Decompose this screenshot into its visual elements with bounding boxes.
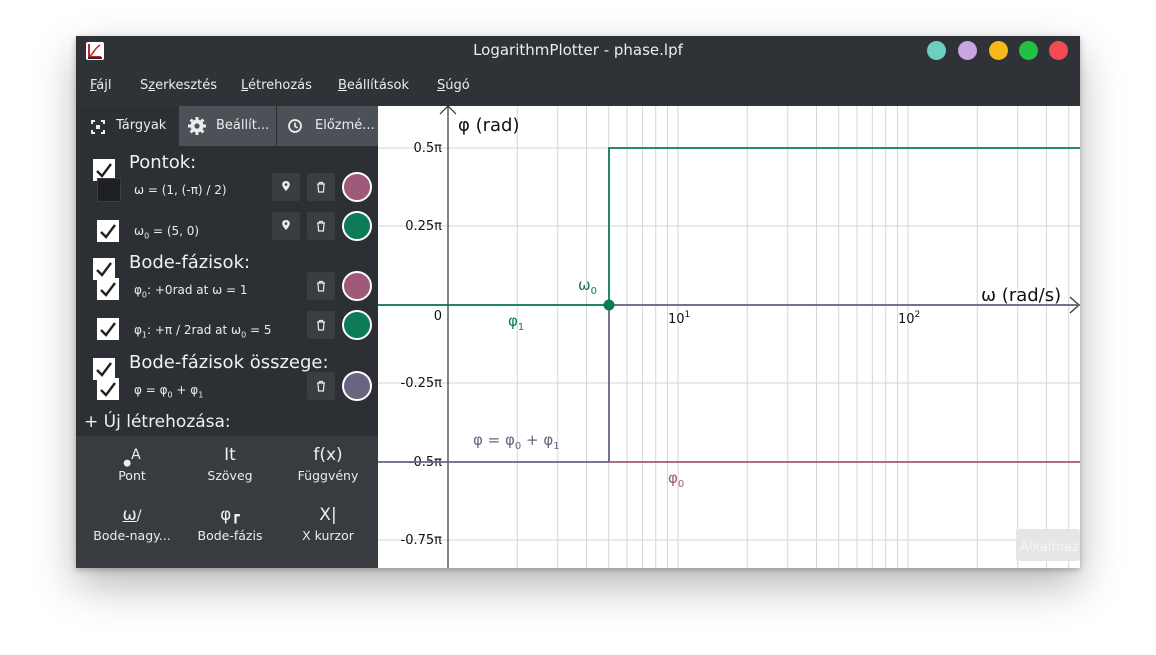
omega-delete-button[interactable]: [307, 173, 335, 201]
create-toolbar: ●A Pont It Szöveg f(x) Függvény ω/ Bode-…: [76, 436, 378, 568]
text-icon: It: [224, 445, 236, 465]
phi-sum-color-button[interactable]: [342, 371, 372, 401]
trash-icon: [317, 319, 325, 331]
omega0-color-button[interactable]: [342, 211, 372, 241]
phi-sum-label: φ = φ0 + φ1: [134, 383, 204, 400]
y-tick-label: 0: [434, 309, 442, 324]
omega0-point-label: ω0 = (5, 0): [134, 224, 200, 241]
omega0-delete-button[interactable]: [307, 212, 335, 240]
map-pin-icon: [282, 220, 290, 230]
phi1-label: φ1: +π / 2rad at ω0 = 5: [134, 323, 272, 340]
minimize-button[interactable]: [989, 41, 1008, 60]
phi0-label: φ0: +0rad at ω = 1: [134, 283, 248, 300]
grid-lines: [447, 106, 1070, 568]
tab-history[interactable]: Előzmé...: [277, 106, 378, 146]
omega0-locate-button[interactable]: [272, 212, 300, 240]
omega-point-checkbox[interactable]: [97, 178, 121, 202]
phi-sum-delete-button[interactable]: [307, 372, 335, 400]
create-text-button[interactable]: It Szöveg: [180, 442, 280, 483]
create-bode-phase-button[interactable]: φ┏ Bode-fázis: [180, 502, 280, 543]
omega-color-button[interactable]: [342, 172, 372, 202]
y-tick-label: -0.25π: [401, 376, 443, 391]
create-point-button[interactable]: ●A Pont: [82, 442, 182, 483]
menu-file[interactable]: Fájl: [90, 78, 112, 93]
trash-icon: [317, 220, 325, 232]
title-bar: LogarithmPlotter - phase.lpf: [76, 36, 1080, 68]
check-icon: [100, 382, 116, 397]
check-icon: [100, 224, 116, 239]
check-icon: [96, 362, 112, 377]
window-button-lavender[interactable]: [958, 41, 977, 60]
check-icon: [96, 262, 112, 277]
phi1-delete-button[interactable]: [307, 311, 335, 339]
phi1-checkbox[interactable]: [97, 318, 119, 340]
omega0-point-checkbox[interactable]: [97, 220, 119, 242]
y-tick-label: 0.25π: [405, 219, 442, 234]
menu-settings[interactable]: Beállítások: [338, 78, 409, 93]
trash-icon: [317, 280, 325, 292]
point-icon: ●A: [123, 447, 141, 469]
create-bode-magnitude-button[interactable]: ω/ Bode-nagy...: [82, 502, 182, 543]
y-tick-label: -0.75π: [401, 533, 443, 548]
menu-help[interactable]: Súgó: [437, 78, 470, 93]
bode-phase-sum-section-checkbox[interactable]: [93, 358, 115, 380]
bode-phase-sum-section-title: Bode-fázisok összege:: [129, 352, 329, 373]
bode-magnitude-icon: ω/: [122, 505, 142, 525]
clock-icon: [288, 119, 302, 133]
omega0-point-label: ω0: [578, 276, 597, 297]
phase-plot[interactable]: φ (rad) ω (rad/s) 0.5π 0.25π 0 -0.25π -0…: [378, 106, 1080, 568]
sidebar: Tárgyak Beállít... Előzmé... Pontok: ω =…: [76, 106, 378, 568]
y-tick-label: 0.5π: [413, 141, 442, 156]
check-icon: [100, 282, 116, 297]
omega-point-label: ω = (1, (-π) / 2): [134, 183, 227, 197]
trash-icon: [317, 380, 325, 392]
tab-settings[interactable]: Beállít...: [179, 106, 276, 146]
phi0-delete-button[interactable]: [307, 272, 335, 300]
y-axis-label: φ (rad): [458, 115, 520, 136]
menu-bar: Fájl Szerkesztés Létrehozás Beállítások …: [76, 68, 1080, 106]
app-window: LogarithmPlotter - phase.lpf Fájl Szerke…: [76, 36, 1080, 568]
bode-phase-section-checkbox[interactable]: [93, 258, 115, 280]
phi0-color-button[interactable]: [342, 271, 372, 301]
gear-icon: [188, 117, 206, 135]
omega-locate-button[interactable]: [272, 173, 300, 201]
apply-button-label: Alkalmaz: [1020, 540, 1079, 555]
create-new-title: + Új létrehozása:: [84, 412, 231, 432]
omega0-point-marker[interactable]: [603, 299, 615, 311]
bode-phase-section-title: Bode-fázisok:: [129, 252, 251, 273]
trash-icon: [317, 181, 325, 193]
close-button[interactable]: [1049, 41, 1068, 60]
create-function-button[interactable]: f(x) Függvény: [278, 442, 378, 483]
menu-create[interactable]: Létrehozás: [241, 78, 312, 93]
x-tick-label: 102: [898, 310, 920, 327]
bode-phase-icon: φ┏: [220, 505, 240, 525]
points-section-title: Pontok:: [129, 152, 197, 173]
phi-sum-curve-label: φ = φ0 + φ1: [473, 431, 560, 452]
phi1-color-button[interactable]: [342, 310, 372, 340]
function-icon: f(x): [313, 445, 343, 465]
check-icon: [100, 322, 116, 337]
graph-canvas[interactable]: φ (rad) ω (rad/s) 0.5π 0.25π 0 -0.25π -0…: [378, 106, 1080, 568]
phi0-curve-label: φ0: [668, 469, 684, 490]
map-pin-icon: [282, 181, 290, 191]
x-tick-label: 101: [668, 310, 690, 327]
tab-objects[interactable]: Tárgyak: [76, 106, 178, 146]
window-button-teal[interactable]: [927, 41, 946, 60]
x-cursor-icon: X|: [319, 505, 337, 525]
maximize-button[interactable]: [1019, 41, 1038, 60]
x-axis-label: ω (rad/s): [981, 285, 1061, 306]
phi-sum-checkbox[interactable]: [97, 378, 119, 400]
phi1-curve-label: φ1: [508, 312, 524, 333]
create-x-cursor-button[interactable]: X| X kurzor: [278, 502, 378, 543]
menu-edit[interactable]: Szerkesztés: [140, 78, 217, 93]
phi0-checkbox[interactable]: [97, 278, 119, 300]
objects-icon: [91, 120, 105, 134]
